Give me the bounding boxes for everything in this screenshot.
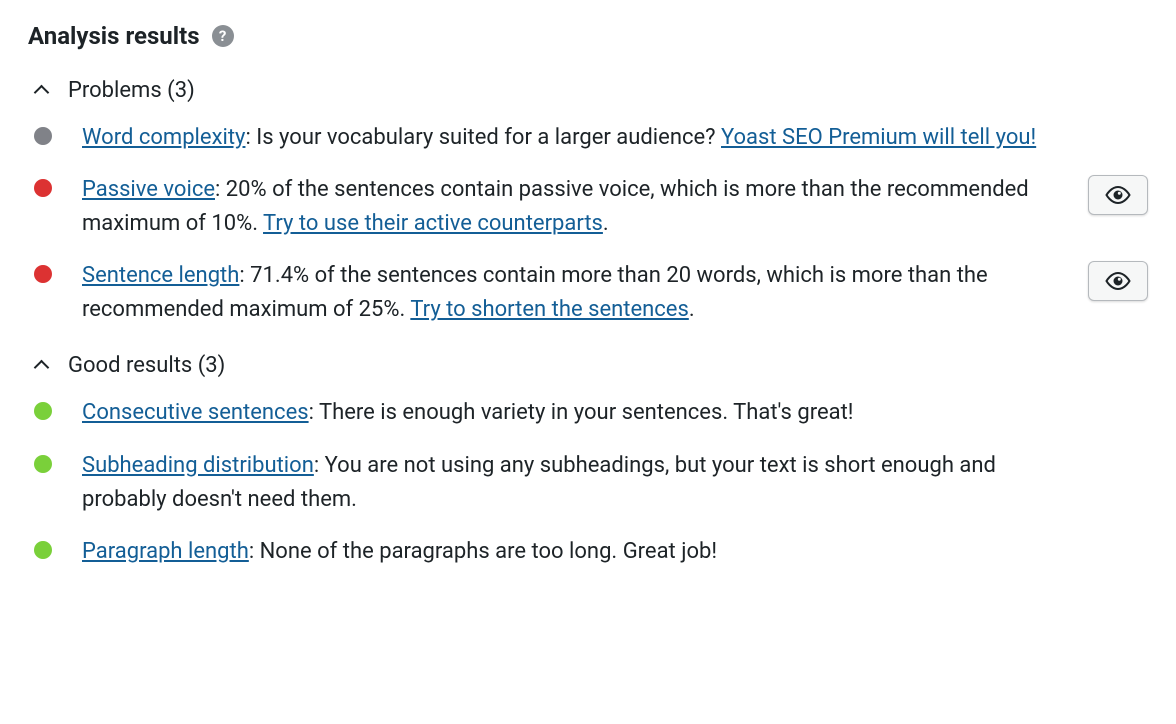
- section-label-text: Problems: [68, 78, 162, 103]
- highlight-eye-button[interactable]: [1088, 261, 1148, 301]
- analysis-item-text: Paragraph length: None of the paragraphs…: [82, 535, 1068, 569]
- analysis-item-text: Subheading distribution: You are not usi…: [82, 449, 1068, 517]
- analysis-item: Sentence length: 71.4% of the sentences …: [28, 259, 1148, 327]
- status-bullet-icon: [34, 265, 52, 283]
- analysis-item-title-link[interactable]: Paragraph length: [82, 539, 249, 564]
- analysis-item: Consecutive sentences: There is enough v…: [28, 396, 1148, 430]
- analysis-item-body: : Is your vocabulary suited for a larger…: [245, 125, 721, 150]
- analysis-item: Passive voice: 20% of the sentences cont…: [28, 173, 1148, 241]
- section-count: (3): [198, 353, 226, 378]
- analysis-item-action-link[interactable]: Yoast SEO Premium will tell you!: [721, 125, 1036, 150]
- status-bullet-icon: [34, 402, 52, 420]
- section-label: Good results (3): [68, 353, 225, 378]
- status-bullet-icon: [34, 127, 52, 145]
- section-toggle-good[interactable]: Good results (3): [34, 353, 1148, 378]
- analysis-item-title-link[interactable]: Subheading distribution: [82, 453, 314, 478]
- analysis-item-text: Consecutive sentences: There is enough v…: [82, 396, 1068, 430]
- analysis-item-tail: .: [603, 211, 609, 236]
- eye-icon: [1104, 185, 1132, 205]
- status-bullet-icon: [34, 541, 52, 559]
- status-bullet-icon: [34, 455, 52, 473]
- section-label-text: Good results: [68, 353, 192, 378]
- analysis-item-tail: .: [689, 297, 695, 322]
- status-bullet-icon: [34, 179, 52, 197]
- analysis-header: Analysis results ?: [28, 22, 1148, 50]
- section-toggle-problems[interactable]: Problems (3): [34, 78, 1148, 103]
- analysis-item-text: Word complexity: Is your vocabulary suit…: [82, 121, 1068, 155]
- analysis-item-body: : There is enough variety in your senten…: [309, 400, 854, 425]
- analysis-item-title-link[interactable]: Consecutive sentences: [82, 400, 309, 425]
- analysis-item-title-link[interactable]: Word complexity: [82, 125, 245, 150]
- section-label: Problems (3): [68, 78, 195, 103]
- analysis-item-action-link[interactable]: Try to use their active counterparts: [263, 211, 603, 236]
- analysis-item: Word complexity: Is your vocabulary suit…: [28, 121, 1148, 155]
- analysis-item-title-link[interactable]: Passive voice: [82, 177, 215, 202]
- highlight-eye-button[interactable]: [1088, 175, 1148, 215]
- analysis-item-body: : None of the paragraphs are too long. G…: [249, 539, 717, 564]
- analysis-item: Paragraph length: None of the paragraphs…: [28, 535, 1148, 569]
- help-icon[interactable]: ?: [212, 25, 234, 47]
- analysis-item: Subheading distribution: You are not usi…: [28, 449, 1148, 517]
- analysis-item-action-link[interactable]: Try to shorten the sentences: [410, 297, 688, 322]
- section-count: (3): [167, 78, 195, 103]
- chevron-up-icon: [34, 83, 50, 99]
- chevron-up-icon: [34, 358, 50, 374]
- eye-icon: [1104, 271, 1132, 291]
- analysis-title: Analysis results: [28, 22, 200, 50]
- analysis-item-text: Passive voice: 20% of the sentences cont…: [82, 173, 1068, 241]
- analysis-item-title-link[interactable]: Sentence length: [82, 263, 239, 288]
- analysis-item-text: Sentence length: 71.4% of the sentences …: [82, 259, 1068, 327]
